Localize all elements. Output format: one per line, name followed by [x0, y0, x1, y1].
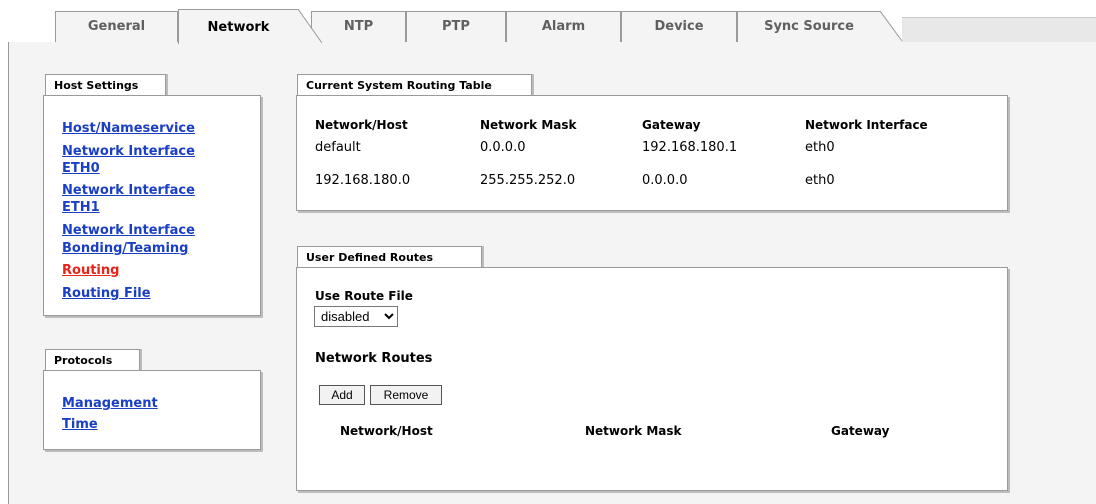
ur-header-network-host: Network/Host [340, 424, 433, 438]
rt-cell: 0.0.0.0 [480, 140, 526, 155]
rt-header-network-mask: Network Mask [480, 118, 577, 132]
tab-ptp[interactable]: PTP [406, 11, 506, 42]
protocols-title: Protocols [45, 349, 140, 371]
tab-ntp[interactable]: NTP [311, 11, 406, 42]
link-network-interface-eth0[interactable]: Network Interface [62, 143, 195, 160]
tab-alarm[interactable]: Alarm [506, 11, 621, 42]
rt-cell: 255.255.252.0 [480, 173, 576, 188]
rt-header-network-interface: Network Interface [805, 118, 928, 132]
user-routes-title: User Defined Routes [297, 246, 482, 268]
tab-sync-source-slant [880, 11, 903, 42]
link-time[interactable]: Time [62, 416, 98, 433]
use-route-file-label: Use Route File [315, 289, 413, 303]
tab-network-slant [298, 9, 322, 44]
routing-table-title: Current System Routing Table [297, 74, 532, 96]
tab-network[interactable]: Network [178, 9, 299, 44]
rt-cell: eth0 [805, 173, 835, 188]
tab-bar: General Network NTP PTP Alarm Device Syn… [0, 0, 1096, 44]
link-network-interface-eth1[interactable]: Network Interface [62, 182, 195, 199]
remove-button[interactable]: Remove [370, 385, 442, 405]
tab-general[interactable]: General [55, 11, 178, 42]
link-network-interface-eth1-name[interactable]: ETH1 [62, 199, 100, 216]
host-settings-title: Host Settings [45, 74, 166, 96]
link-management[interactable]: Management [62, 395, 158, 412]
rt-cell: default [315, 140, 361, 155]
ur-header-network-mask: Network Mask [585, 424, 682, 438]
add-button[interactable]: Add [319, 385, 365, 405]
tab-bar-filler [902, 17, 1096, 43]
tab-sync-source[interactable]: Sync Source [737, 11, 881, 42]
network-routes-label: Network Routes [315, 351, 433, 366]
rt-cell: 192.168.180.1 [642, 140, 738, 155]
link-routing[interactable]: Routing [62, 262, 119, 279]
use-route-file-select[interactable]: disabled [314, 306, 398, 327]
rt-cell: eth0 [805, 140, 835, 155]
tab-device[interactable]: Device [621, 11, 737, 42]
link-network-interface-eth0-name[interactable]: ETH0 [62, 160, 100, 177]
link-host-nameservice[interactable]: Host/Nameservice [62, 120, 195, 137]
ur-header-gateway: Gateway [831, 424, 890, 438]
rt-header-gateway: Gateway [642, 118, 701, 132]
link-routing-file[interactable]: Routing File [62, 285, 151, 302]
link-bonding-teaming[interactable]: Bonding/Teaming [62, 240, 188, 257]
link-network-interface-bonding[interactable]: Network Interface [62, 222, 195, 239]
rt-cell: 0.0.0.0 [642, 173, 688, 188]
rt-header-network-host: Network/Host [315, 118, 408, 132]
rt-cell: 192.168.180.0 [315, 173, 411, 188]
